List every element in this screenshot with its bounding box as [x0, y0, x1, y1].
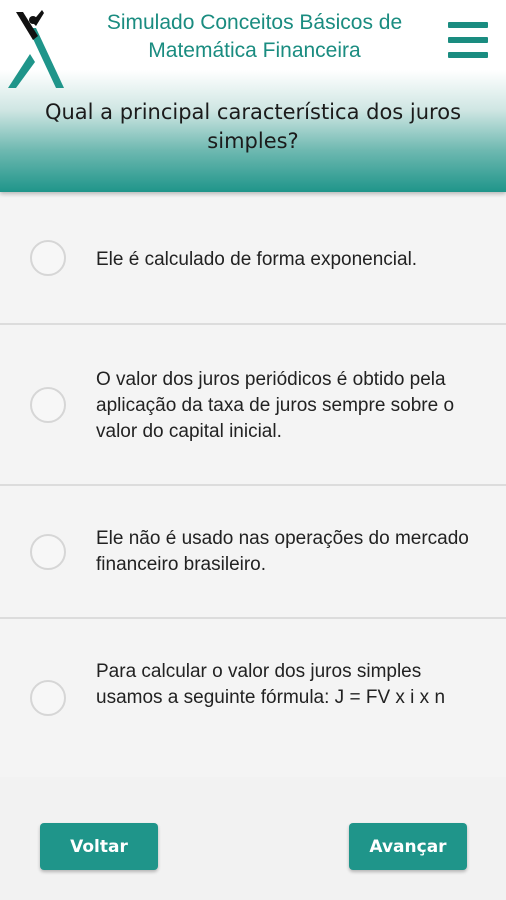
radio-button[interactable]: [30, 533, 66, 570]
app-header: Simulado Conceitos Básicos de Matemática…: [0, 0, 506, 192]
back-button[interactable]: Voltar: [40, 823, 158, 870]
question-text: Qual a principal característica dos juro…: [44, 100, 462, 153]
answer-option-text: Ele é calculado de forma exponencial.: [96, 249, 418, 270]
answer-option-text: O valor dos juros periódicos é obtido pe…: [96, 369, 455, 442]
menu-bar: [448, 37, 488, 43]
answer-option-text: Para calcular o valor dos juros simples …: [96, 661, 446, 708]
answer-option-4[interactable]: Para calcular o valor dos juros simples …: [0, 619, 506, 777]
answer-options: Ele é calculado de forma exponencial. O …: [0, 192, 506, 777]
radio-button[interactable]: [30, 386, 66, 423]
menu-bar: [448, 22, 488, 28]
app-title: Simulado Conceitos Básicos de Matemática…: [106, 11, 403, 62]
logo-icon: [8, 10, 64, 88]
hamburger-menu-icon[interactable]: [448, 22, 488, 58]
radio-button[interactable]: [30, 239, 66, 276]
answer-option-2[interactable]: O valor dos juros periódicos é obtido pe…: [0, 325, 506, 486]
next-button[interactable]: Avançar: [349, 823, 467, 870]
radio-button[interactable]: [30, 680, 66, 716]
menu-bar: [448, 52, 488, 58]
answer-option-1[interactable]: Ele é calculado de forma exponencial.: [0, 192, 506, 325]
answer-option-text: Ele não é usado nas operações do mercado…: [96, 528, 469, 575]
answer-option-3[interactable]: Ele não é usado nas operações do mercado…: [0, 486, 506, 619]
